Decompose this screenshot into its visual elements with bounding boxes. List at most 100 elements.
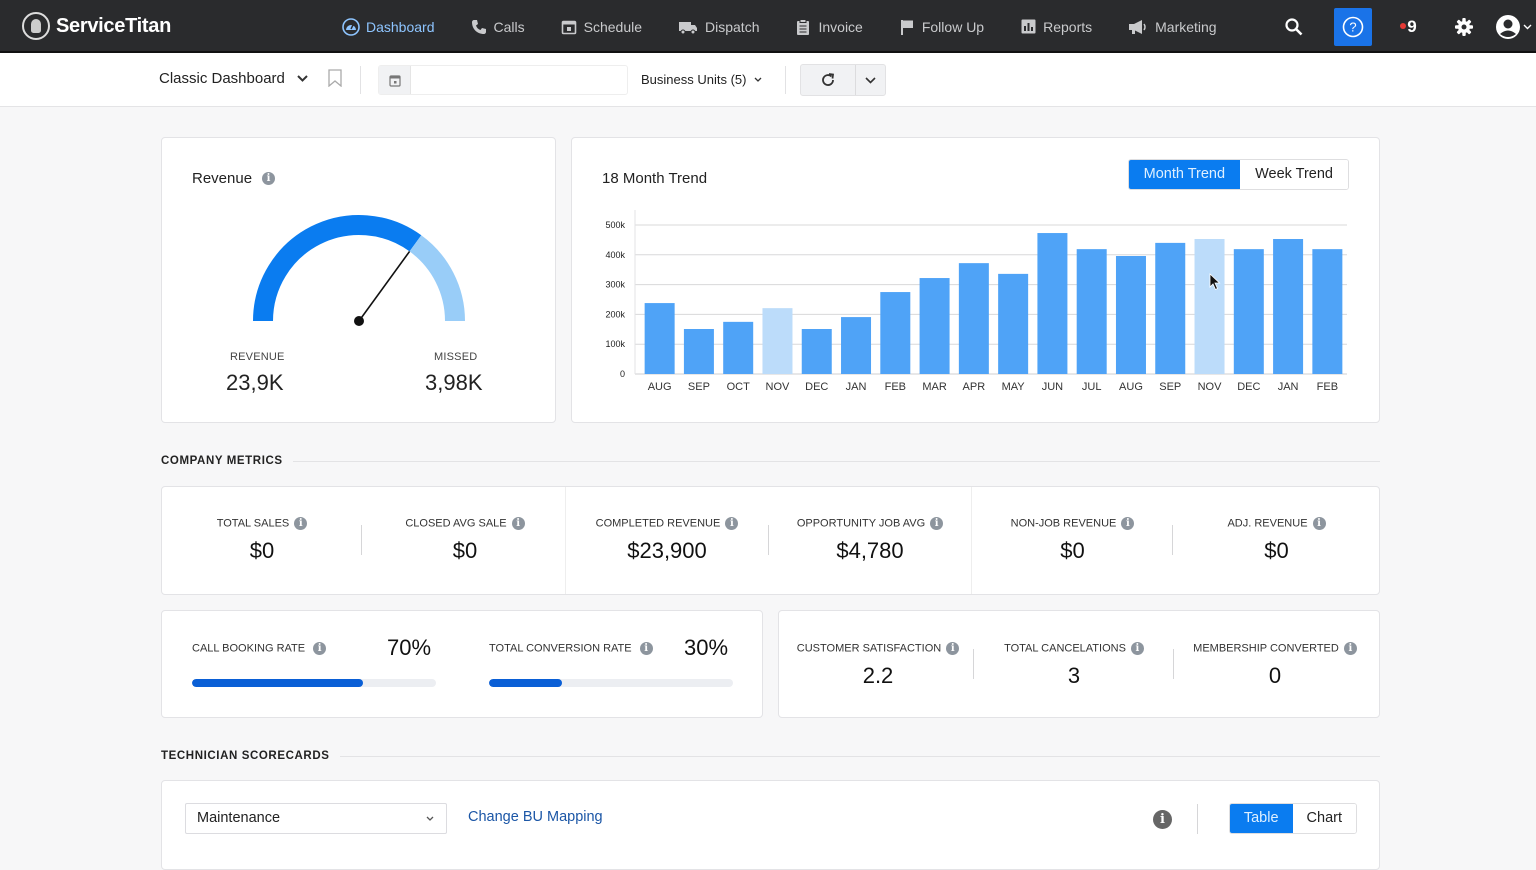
nav-label: Reports bbox=[1043, 18, 1093, 35]
metric-value: $0 bbox=[249, 538, 275, 563]
revenue-label: REVENUE bbox=[230, 351, 285, 363]
missed-value: 3,98K bbox=[425, 370, 483, 395]
nav-follow-up[interactable]: Follow Up bbox=[898, 18, 984, 36]
info-icon[interactable]: i bbox=[725, 517, 739, 530]
bar-dec bbox=[1233, 249, 1264, 374]
metric-label-text: ADJ. REVENUE bbox=[1227, 517, 1308, 530]
metric-value: $0 bbox=[1264, 538, 1289, 563]
bookmark-icon[interactable] bbox=[328, 69, 342, 87]
notification-badge: 9 bbox=[1400, 16, 1417, 37]
metric-label-text: MEMBERSHIP CONVERTED bbox=[1193, 642, 1339, 655]
gear-icon bbox=[1455, 17, 1473, 36]
table-view-button[interactable]: Table bbox=[1229, 804, 1293, 833]
flag-icon bbox=[898, 18, 916, 36]
week-trend-button[interactable]: Week Trend bbox=[1240, 160, 1348, 189]
call-booking-rate-label: CALL BOOKING RATE i bbox=[192, 642, 327, 655]
info-icon[interactable]: i bbox=[930, 517, 944, 530]
month-trend-button[interactable]: Month Trend bbox=[1128, 160, 1241, 189]
bar-nov bbox=[1194, 239, 1225, 374]
metric-closed-avg-sale: CLOSED AVG SALE i $0 bbox=[365, 517, 565, 564]
dashboard-selector[interactable]: Classic Dashboard bbox=[159, 70, 308, 87]
bar-jan bbox=[1273, 239, 1304, 374]
section-title: COMPANY METRICS bbox=[161, 455, 283, 467]
nav-label: Follow Up bbox=[921, 18, 985, 35]
mouse-cursor-icon bbox=[1209, 273, 1221, 291]
info-icon[interactable]: i bbox=[639, 642, 653, 655]
revenue-gauge bbox=[253, 215, 465, 326]
satisfaction-card: CUSTOMER SATISFACTION i 2.2 TOTAL CANCELA… bbox=[778, 610, 1380, 718]
info-icon[interactable]: i bbox=[1312, 517, 1326, 530]
nav-marketing[interactable]: Marketing bbox=[1127, 18, 1217, 36]
refresh-button[interactable] bbox=[801, 65, 855, 95]
nav-dispatch[interactable]: Dispatch bbox=[677, 18, 759, 36]
trend-toggle: Month Trend Week Trend bbox=[1127, 159, 1349, 190]
help-button[interactable]: ? bbox=[1334, 7, 1372, 46]
y-tick-label: 100k bbox=[605, 339, 625, 349]
x-tick-label: JUL bbox=[1082, 381, 1102, 393]
metric-label-text: TOTAL CANCELATIONS bbox=[1004, 642, 1126, 655]
revenue-card-title: Revenue i bbox=[192, 170, 276, 187]
notifications-button[interactable]: 9 bbox=[1386, 0, 1438, 53]
metric-completed-revenue: COMPLETED REVENUE i $23,900 bbox=[566, 517, 768, 564]
technician-scorecards-heading: TECHNICIAN SCORECARDS bbox=[161, 750, 1380, 762]
info-icon[interactable]: i bbox=[294, 517, 308, 530]
nav-invoice[interactable]: Invoice bbox=[794, 18, 863, 36]
info-icon[interactable]: i bbox=[262, 172, 276, 185]
settings-button[interactable] bbox=[1438, 0, 1490, 53]
refresh-options-button[interactable] bbox=[855, 65, 885, 95]
bar-mar bbox=[919, 278, 950, 374]
nav-schedule[interactable]: Schedule bbox=[560, 18, 642, 36]
x-tick-label: OCT bbox=[727, 381, 751, 393]
info-icon[interactable]: i bbox=[1153, 810, 1172, 829]
business-unit-select[interactable]: Maintenance bbox=[185, 803, 447, 834]
svg-text:?: ? bbox=[1349, 19, 1356, 34]
dashboard-toolbar: Classic Dashboard Business Units (5) bbox=[0, 53, 1536, 107]
brand-logo[interactable]: ServiceTitan bbox=[22, 12, 171, 40]
info-icon[interactable]: i bbox=[946, 642, 960, 655]
section-divider bbox=[292, 460, 1380, 462]
nav-calls[interactable]: Calls bbox=[470, 18, 525, 36]
bar-feb bbox=[880, 292, 911, 374]
x-tick-label: MAR bbox=[922, 381, 947, 393]
rates-card: CALL BOOKING RATE i 70% TOTAL CONVERSION … bbox=[161, 610, 763, 718]
metric-value: 3 bbox=[1067, 663, 1081, 688]
company-metrics-heading: COMPANY METRICS bbox=[161, 455, 1380, 467]
dashboard-gauge-icon bbox=[342, 17, 360, 36]
bar-aug bbox=[644, 303, 675, 374]
trend-title: 18 Month Trend bbox=[602, 170, 708, 187]
info-icon[interactable]: i bbox=[1121, 517, 1135, 530]
metric-label: TOTAL SALES i bbox=[162, 517, 362, 530]
x-tick-label: DEC bbox=[805, 381, 828, 393]
total-conversion-rate-progress bbox=[489, 679, 733, 687]
x-tick-label: NOV bbox=[1198, 381, 1223, 393]
business-units-filter[interactable]: Business Units (5) bbox=[641, 72, 762, 87]
info-icon[interactable]: i bbox=[1130, 642, 1144, 655]
metric-adj-revenue: ADJ. REVENUE i $0 bbox=[1174, 517, 1379, 564]
nav-reports[interactable]: Reports bbox=[1019, 18, 1092, 36]
trend-card: 18 Month Trend Month Trend Week Trend 0 1… bbox=[571, 137, 1380, 423]
notification-count: 9 bbox=[1407, 16, 1417, 36]
search-button[interactable] bbox=[1268, 0, 1320, 53]
metric-membership-converted: MEMBERSHIP CONVERTED i 0 bbox=[1175, 642, 1375, 689]
info-icon[interactable]: i bbox=[511, 517, 525, 530]
chart-view-button[interactable]: Chart bbox=[1292, 804, 1356, 833]
info-icon[interactable]: i bbox=[1343, 642, 1357, 655]
section-title: TECHNICIAN SCORECARDS bbox=[161, 750, 330, 762]
metric-value: 0 bbox=[1268, 663, 1282, 688]
x-tick-label: SEP bbox=[688, 381, 710, 393]
top-navigation: ServiceTitan Dashboard Calls Schedule Di… bbox=[0, 0, 1536, 53]
chevron-down-icon bbox=[755, 77, 762, 82]
date-range-picker[interactable] bbox=[378, 65, 628, 95]
question-circle-icon: ? bbox=[1342, 16, 1364, 37]
select-value: Maintenance bbox=[197, 810, 281, 826]
brand-name: ServiceTitan bbox=[56, 14, 171, 37]
calendar-icon bbox=[560, 18, 578, 36]
info-icon[interactable]: i bbox=[313, 642, 327, 655]
chevron-down-icon bbox=[426, 804, 434, 833]
user-menu-button[interactable] bbox=[1490, 0, 1536, 53]
nav-dashboard[interactable]: Dashboard bbox=[342, 17, 435, 36]
change-bu-mapping-link[interactable]: Change BU Mapping bbox=[468, 809, 603, 825]
x-tick-label: FEB bbox=[1317, 381, 1338, 393]
bar-dec bbox=[801, 329, 832, 374]
bar-jun bbox=[1037, 233, 1068, 374]
